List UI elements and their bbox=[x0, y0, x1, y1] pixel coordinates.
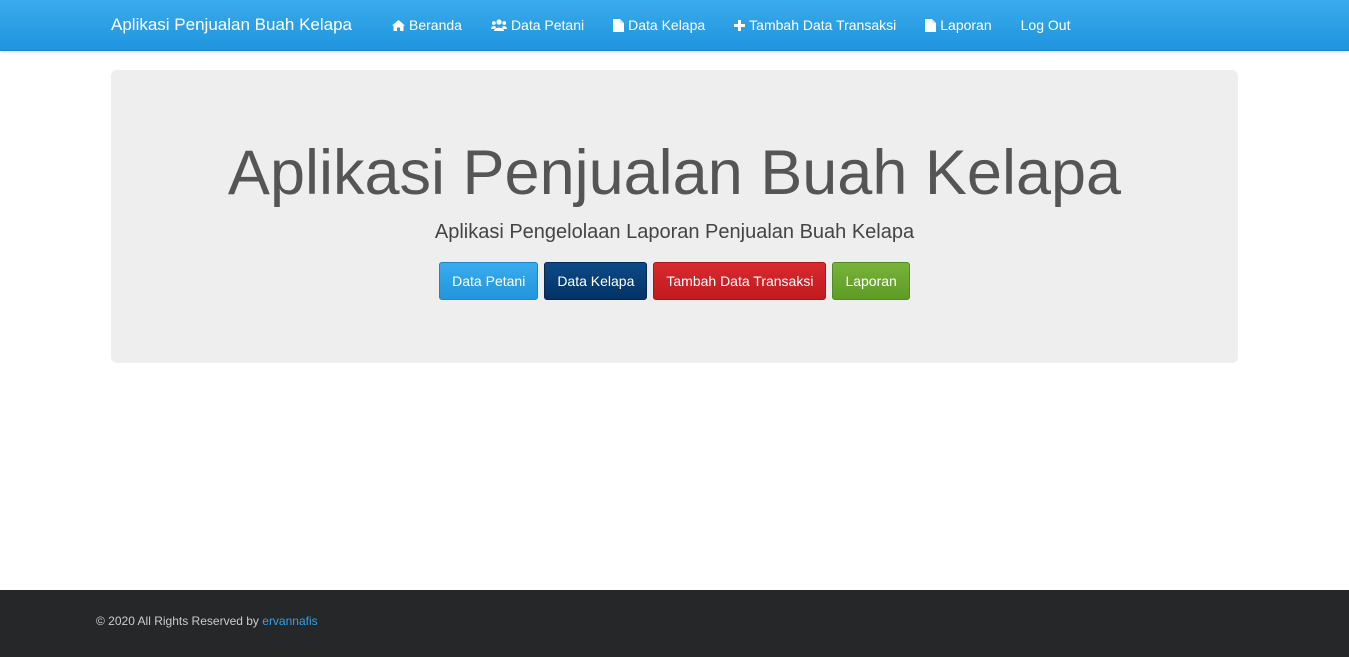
tambah-data-transaksi-button[interactable]: Tambah Data Transaksi bbox=[653, 262, 827, 300]
data-kelapa-button[interactable]: Data Kelapa bbox=[544, 262, 648, 300]
nav-item-tambah-data-transaksi[interactable]: Tambah Data Transaksi bbox=[734, 0, 896, 50]
top-navbar: Aplikasi Penjualan Buah Kelapa Beranda D… bbox=[0, 0, 1349, 51]
laporan-button[interactable]: Laporan bbox=[832, 262, 910, 300]
page-footer: © 2020 All Rights Reserved by ervannafis bbox=[0, 590, 1349, 657]
nav-item-label: Data Petani bbox=[510, 17, 585, 33]
hero-title: Aplikasi Penjualan Buah Kelapa bbox=[227, 138, 1122, 208]
users-icon bbox=[490, 19, 507, 31]
plus-icon bbox=[734, 19, 746, 31]
nav-item-laporan[interactable]: Laporan bbox=[925, 0, 992, 50]
nav-item-label: Beranda bbox=[409, 17, 462, 33]
nav-item-label: Tambah Data Transaksi bbox=[749, 17, 897, 33]
nav-item-label: Laporan bbox=[940, 17, 992, 33]
hero-subtitle: Aplikasi Pengelolaan Laporan Penjualan B… bbox=[434, 221, 915, 243]
data-petani-button[interactable]: Data Petani bbox=[439, 262, 539, 300]
navbar-brand[interactable]: Aplikasi Penjualan Buah Kelapa bbox=[111, 0, 352, 50]
hero-button-group: Data Petani Data Kelapa Tambah Data Tran… bbox=[111, 262, 1238, 300]
nav-item-log-out[interactable]: Log Out bbox=[1021, 0, 1071, 50]
nav-item-data-petani[interactable]: Data Petani bbox=[490, 0, 585, 50]
nav-item-label: Log Out bbox=[1020, 17, 1071, 33]
nav-item-data-kelapa[interactable]: Data Kelapa bbox=[613, 0, 705, 50]
hero-jumbotron: Aplikasi Penjualan Buah Kelapa Aplikasi … bbox=[111, 70, 1238, 363]
nav-item-beranda[interactable]: Beranda bbox=[392, 0, 462, 50]
copyright-label: © 2020 All Rights Reserved by bbox=[96, 614, 263, 628]
navbar-menu: Beranda Data Petani Data Kelapa Tambah D… bbox=[392, 0, 1099, 50]
copyright-text: © 2020 All Rights Reserved by ervannafis bbox=[96, 614, 318, 628]
file-icon bbox=[925, 18, 937, 32]
file-icon bbox=[613, 18, 625, 32]
author-link[interactable]: ervannafis bbox=[262, 614, 317, 628]
nav-item-label: Data Kelapa bbox=[628, 17, 706, 33]
home-icon bbox=[392, 19, 405, 31]
